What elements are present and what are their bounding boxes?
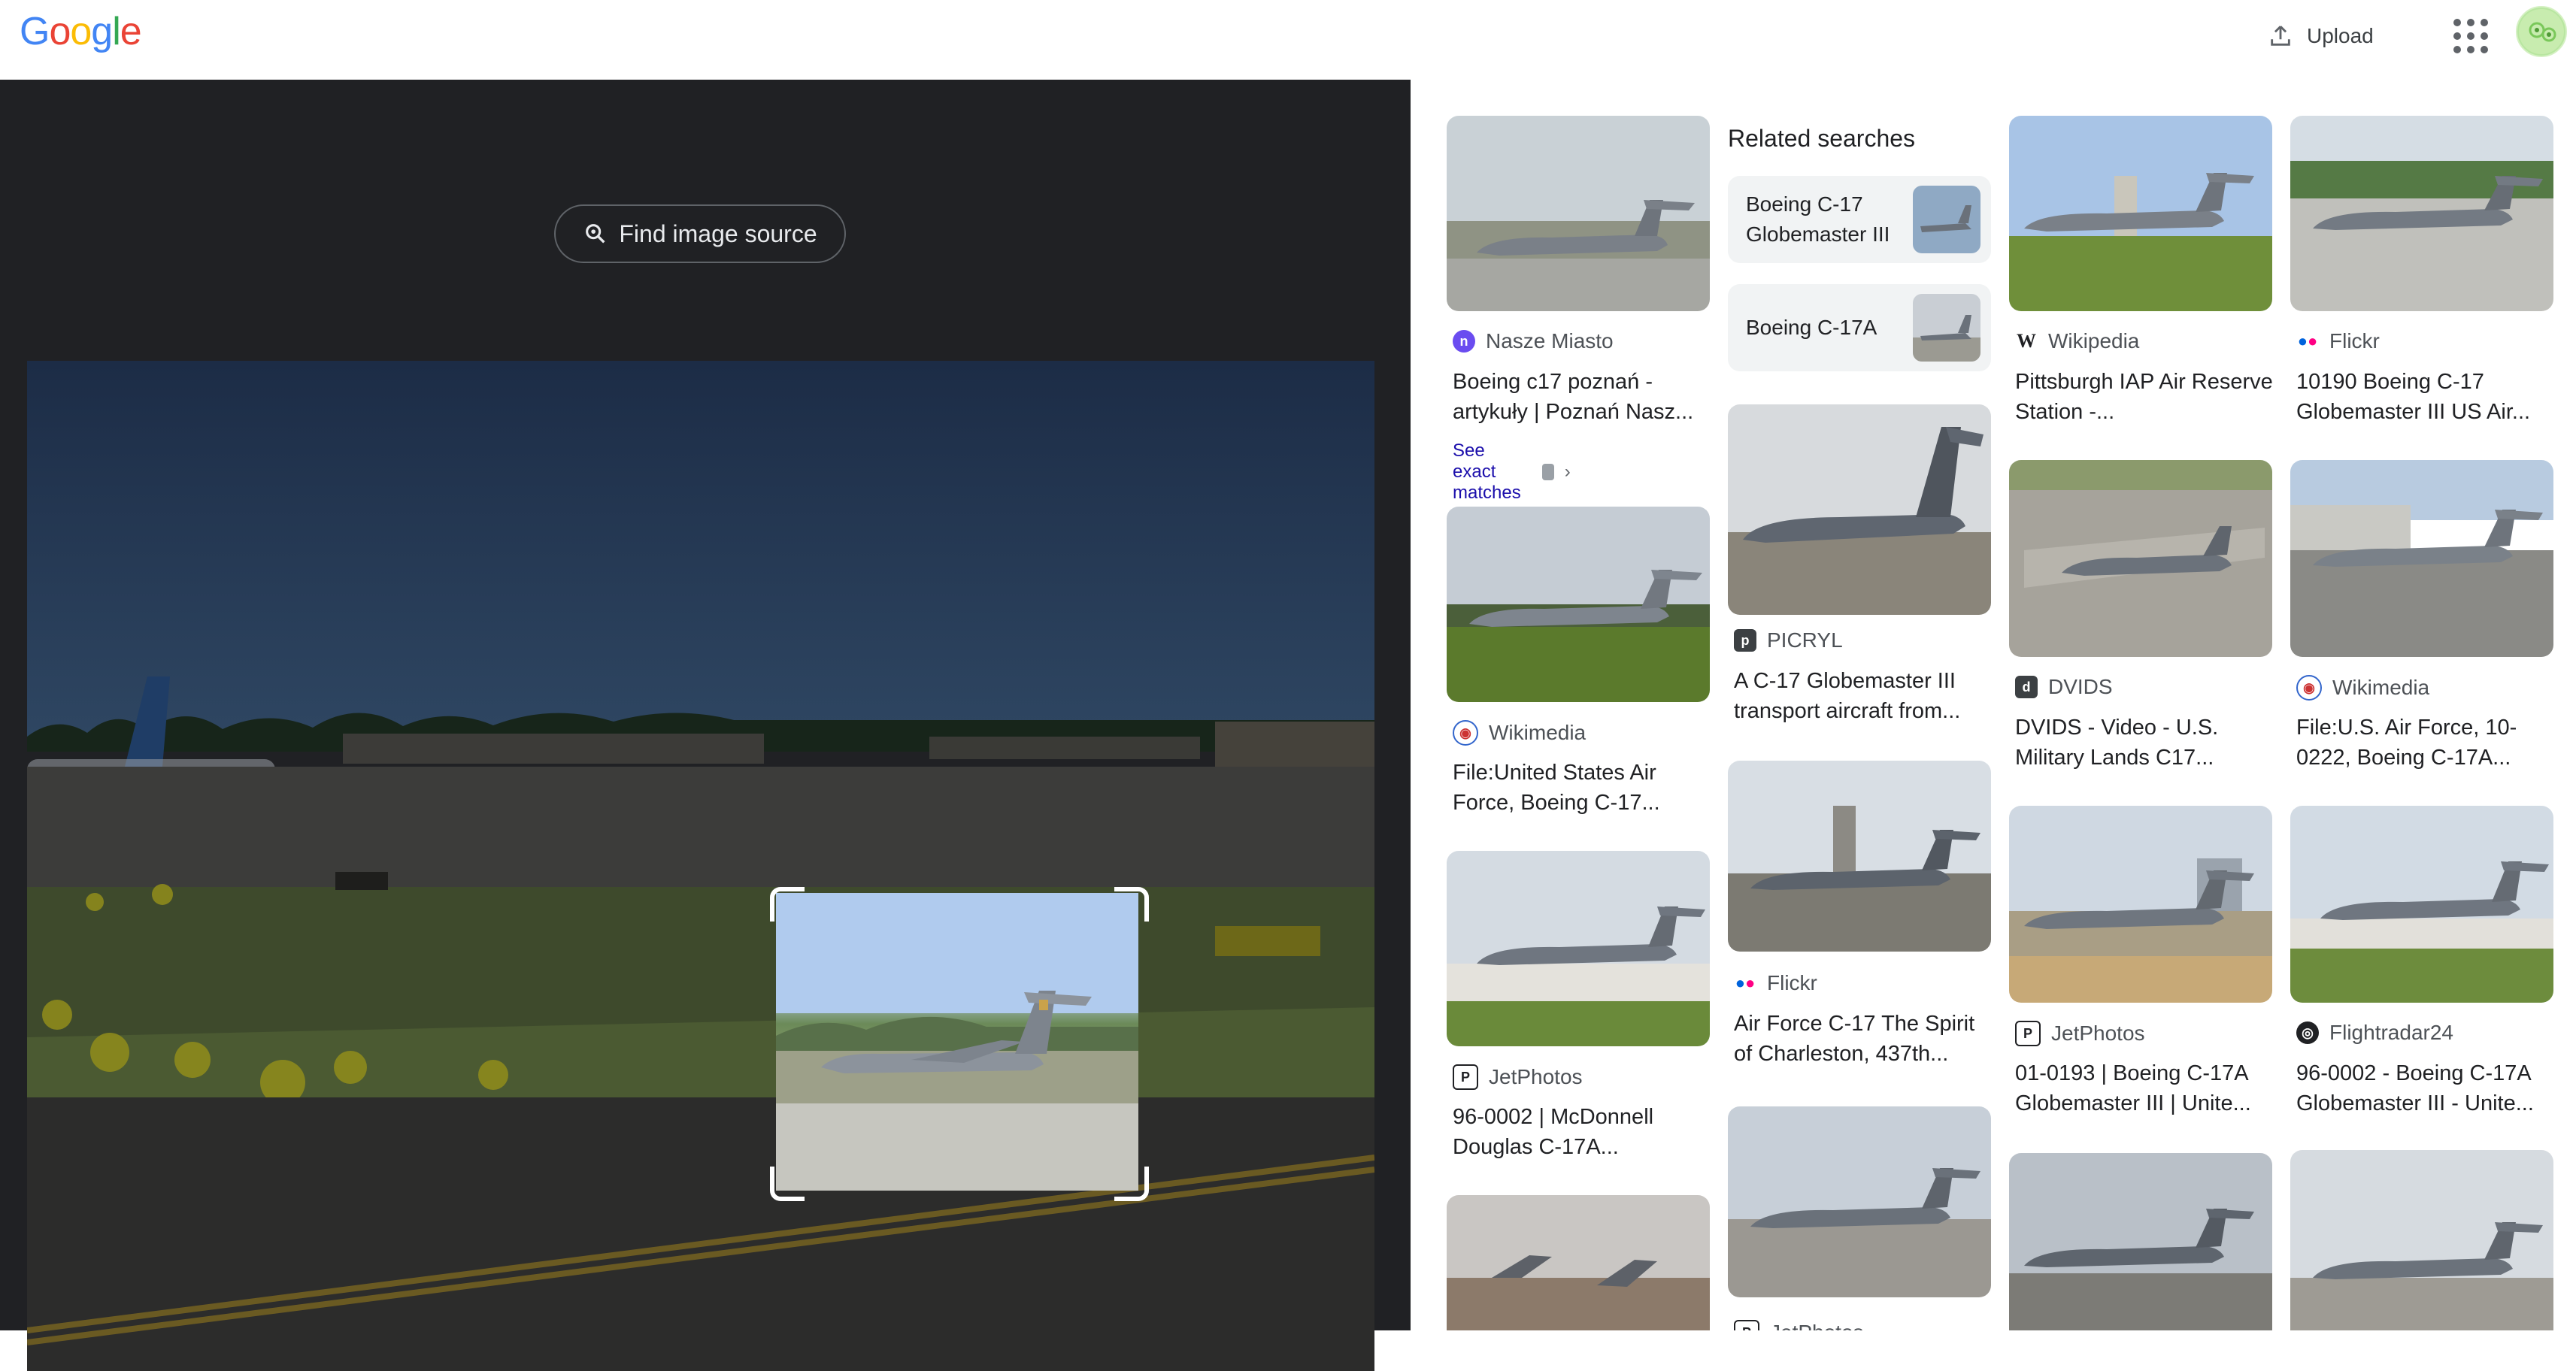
source-name: Flickr xyxy=(1767,971,1817,994)
source-name: JetPhotos xyxy=(2051,1021,2145,1045)
crop-handle-top-left[interactable] xyxy=(770,887,805,922)
image-viewer-panel: Find image source xyxy=(0,80,1411,1371)
source-name: Wikipedia xyxy=(2048,329,2140,353)
google-logo[interactable]: Google xyxy=(20,9,142,54)
source-name: Flightradar24 xyxy=(2329,1021,2453,1044)
logo-letter: o xyxy=(70,10,92,53)
result-thumbnail[interactable] xyxy=(1447,1195,1710,1330)
result-thumbnail[interactable] xyxy=(2009,116,2272,311)
result-thumbnail[interactable] xyxy=(2009,806,2272,1003)
upload-label: Upload xyxy=(2307,24,2374,47)
result-title[interactable]: A C-17 Globemaster III transport aircraf… xyxy=(1734,666,1997,726)
related-search-item[interactable]: Boeing C-17 Globemaster III xyxy=(1728,176,1991,263)
result-thumbnail[interactable] xyxy=(1447,116,1710,311)
source-name: JetPhotos xyxy=(1489,1065,1583,1088)
selected-region[interactable] xyxy=(776,893,1138,1191)
crop-handle-bottom-right[interactable] xyxy=(1114,1167,1149,1201)
dvids-icon: d xyxy=(2015,676,2038,698)
results-panel: n Nasze Miasto Boeing c17 poznań - artyk… xyxy=(1411,80,2576,1330)
logo-letter: o xyxy=(49,10,71,53)
picryl-icon: p xyxy=(1734,629,1756,652)
result-title[interactable]: 10190 Boeing C-17 Globemaster III US Air… xyxy=(2296,367,2559,427)
source-name: JetPhotos xyxy=(1770,1321,1864,1330)
source-name: Flickr xyxy=(2329,329,2380,353)
result-thumbnail[interactable] xyxy=(1728,761,1991,952)
apps-grid-icon[interactable] xyxy=(2450,15,2492,57)
avatar[interactable] xyxy=(2516,6,2567,57)
result-source[interactable]: P JetPhotos xyxy=(1734,1320,1864,1330)
logo-letter: G xyxy=(20,10,50,53)
result-source[interactable]: W Wikipedia xyxy=(2015,329,2139,353)
result-source[interactable]: ◉ Wikimedia xyxy=(1453,720,1586,746)
related-search-label: Boeing C-17A xyxy=(1746,316,1877,339)
source-name: Wikimedia xyxy=(1489,721,1587,744)
source-name: Wikimedia xyxy=(2332,676,2430,699)
crop-handle-bottom-left[interactable] xyxy=(770,1167,805,1201)
thumbnail-icon xyxy=(1542,464,1554,480)
source-name: PICRYL xyxy=(1767,628,1843,652)
logo-letter: e xyxy=(120,10,142,53)
result-source[interactable]: ◉ Wikimedia xyxy=(2296,675,2429,701)
source-name: DVIDS xyxy=(2048,675,2113,698)
result-source[interactable]: ● ● Flickr xyxy=(2296,329,2380,353)
wikipedia-icon: W xyxy=(2015,330,2038,353)
logo-letter: l xyxy=(112,10,121,53)
result-title[interactable]: Pittsburgh IAP Air Reserve Station -... xyxy=(2015,367,2278,427)
result-title[interactable]: 01-0193 | Boeing C-17A Globemaster III |… xyxy=(2015,1058,2278,1118)
source-name: Nasze Miasto xyxy=(1486,329,1614,353)
related-search-thumbnail xyxy=(1913,294,1980,362)
result-thumbnail[interactable] xyxy=(1447,851,1710,1046)
result-thumbnail[interactable] xyxy=(1728,1106,1991,1297)
result-source[interactable]: P JetPhotos xyxy=(2015,1021,2145,1046)
result-source[interactable]: n Nasze Miasto xyxy=(1453,329,1614,353)
related-search-label: Boeing C-17 Globemaster III xyxy=(1746,192,1890,246)
jetphotos-icon: P xyxy=(2015,1021,2041,1046)
upload-icon xyxy=(2271,26,2290,46)
top-bar: Google Upload xyxy=(0,0,2576,80)
nasze-miasto-icon: n xyxy=(1453,330,1475,353)
result-thumbnail[interactable] xyxy=(2290,1150,2553,1330)
result-source[interactable]: d DVIDS xyxy=(2015,675,2113,699)
result-source[interactable]: p PICRYL xyxy=(1734,628,1843,652)
jetphotos-icon: P xyxy=(1734,1320,1759,1330)
result-title[interactable]: 96-0002 - Boeing C-17A Globemaster III -… xyxy=(2296,1058,2559,1118)
result-title[interactable]: File:United States Air Force, Boeing C-1… xyxy=(1453,758,1716,818)
related-search-thumbnail xyxy=(1913,186,1980,253)
upload-button[interactable]: Upload xyxy=(2259,14,2383,59)
result-title[interactable]: Boeing c17 poznań - artykuły | Poznań Na… xyxy=(1453,367,1716,427)
result-source[interactable]: ● ● Flickr xyxy=(1734,971,1817,995)
find-image-source-button[interactable]: Find image source xyxy=(554,204,846,263)
result-thumbnail[interactable] xyxy=(2290,116,2553,311)
wikimedia-icon: ◉ xyxy=(1453,720,1478,746)
source-image[interactable] xyxy=(27,361,1374,1371)
result-title[interactable]: 96-0002 | McDonnell Douglas C-17A... xyxy=(1453,1102,1716,1162)
logo-letter: g xyxy=(91,10,113,53)
flightradar24-icon: ◎ xyxy=(2296,1021,2319,1044)
result-thumbnail[interactable] xyxy=(2009,460,2272,657)
result-thumbnail[interactable] xyxy=(2009,1153,2272,1330)
crop-handle-top-right[interactable] xyxy=(1114,887,1149,922)
chevron-right-icon: › xyxy=(1564,462,1571,482)
result-thumbnail[interactable] xyxy=(2290,460,2553,657)
result-thumbnail[interactable] xyxy=(1728,404,1991,615)
result-title[interactable]: Air Force C-17 The Spirit of Charleston,… xyxy=(1734,1009,1997,1069)
result-thumbnail[interactable] xyxy=(1447,507,1710,702)
see-exact-matches-label: See exact matches xyxy=(1453,440,1521,503)
result-source[interactable]: ◎ Flightradar24 xyxy=(2296,1021,2453,1045)
flickr-icon: ● ● xyxy=(2296,330,2319,353)
wikimedia-icon: ◉ xyxy=(2296,675,2322,701)
jetphotos-icon: P xyxy=(1453,1064,1478,1090)
lens-search-icon xyxy=(586,224,605,244)
see-exact-matches-link[interactable]: See exact matches › xyxy=(1453,440,1571,504)
result-thumbnail[interactable] xyxy=(2290,806,2553,1003)
related-searches-heading: Related searches xyxy=(1728,125,1916,152)
find-image-source-label: Find image source xyxy=(619,219,817,247)
flickr-icon: ● ● xyxy=(1734,972,1756,994)
result-title[interactable]: File:U.S. Air Force, 10-0222, Boeing C-1… xyxy=(2296,713,2559,773)
result-title[interactable]: DVIDS - Video - U.S. Military Lands C17.… xyxy=(2015,713,2278,773)
result-source[interactable]: P JetPhotos xyxy=(1453,1064,1583,1090)
related-search-item[interactable]: Boeing C-17A xyxy=(1728,284,1991,371)
